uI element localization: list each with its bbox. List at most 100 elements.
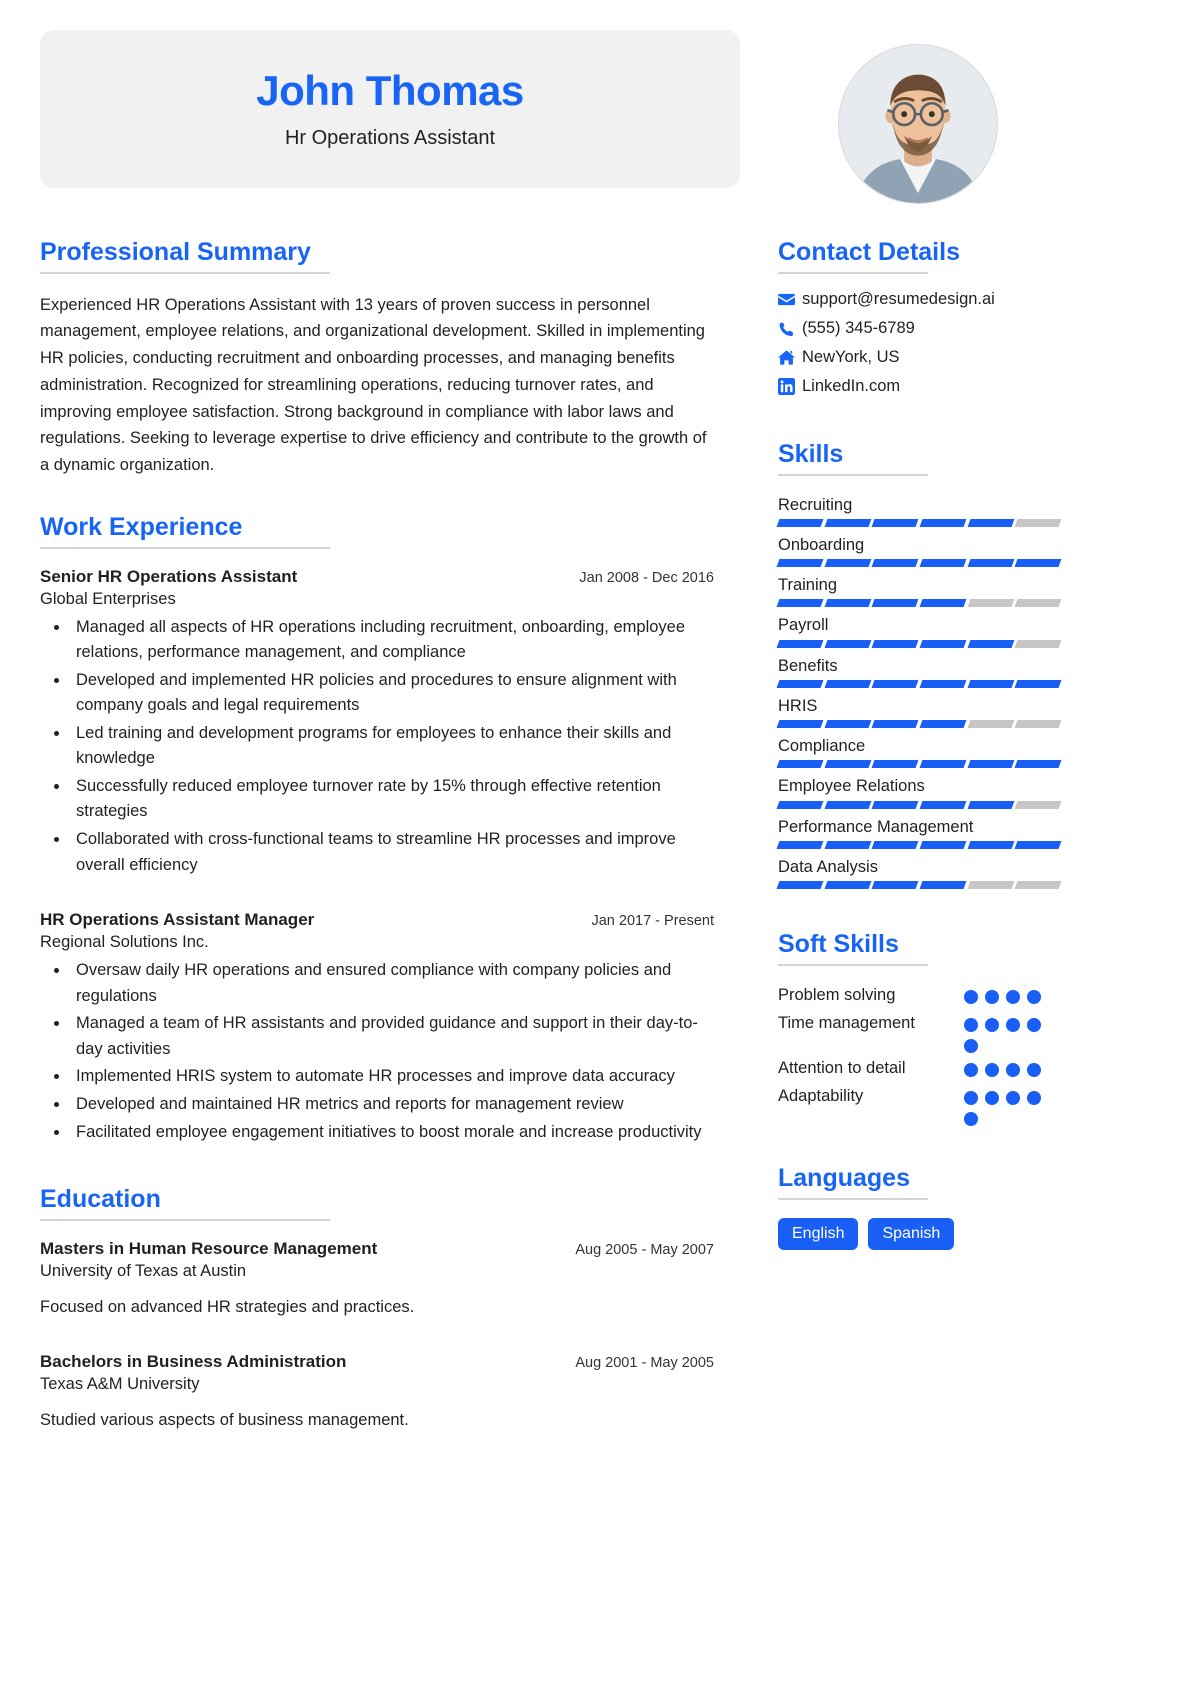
- skill-bar-segment: [824, 760, 871, 769]
- section-divider: [778, 473, 928, 476]
- skill-bar-segment: [919, 518, 967, 527]
- skill-bar-segment: [967, 679, 1014, 688]
- skill-bar-segment: [871, 720, 919, 729]
- education-entry-header: Bachelors in Business Administration Aug…: [40, 1352, 714, 1372]
- contact-item-email[interactable]: support@resumedesign.ai: [778, 290, 1060, 309]
- skill-bar-segment: [1014, 599, 1062, 608]
- skill-bar-segment: [824, 881, 871, 890]
- skill-bar-segment: [776, 679, 824, 688]
- section-title-work: Work Experience: [40, 512, 243, 541]
- skill-bar-segment: [824, 518, 871, 527]
- skill-bar-segment: [871, 679, 919, 688]
- skill-label: Benefits: [778, 656, 838, 675]
- soft-skill-rating: [964, 1057, 1060, 1077]
- skill-level-bar: [776, 559, 1062, 568]
- work-bullets: Managed all aspects of HR operations inc…: [40, 615, 714, 879]
- skill-bar-segment: [919, 760, 967, 769]
- skill-bar-segment: [919, 679, 967, 688]
- skill-level-bar: [776, 840, 1062, 849]
- education-degree: Bachelors in Business Administration: [40, 1351, 347, 1371]
- skill-level-bar: [776, 760, 1062, 769]
- skill-bar-segment: [776, 760, 824, 769]
- skill-item: Payroll: [776, 614, 1062, 648]
- linkedin-icon: [778, 377, 802, 395]
- list-item: Managed a team of HR assistants and prov…: [70, 1011, 714, 1062]
- soft-skill-label: Adaptability: [778, 1086, 864, 1105]
- skill-bar-segment: [824, 639, 871, 648]
- summary-text: Experienced HR Operations Assistant with…: [40, 295, 707, 475]
- section-education: Education Masters in Human Resource Mana…: [40, 1185, 714, 1432]
- soft-skill-item: Time management: [778, 1012, 1060, 1053]
- soft-skill-item: Attention to detail: [778, 1057, 1060, 1081]
- list-item: Collaborated with cross-functional teams…: [70, 827, 714, 878]
- skill-level-bar: [776, 679, 1062, 688]
- skill-level-bar: [776, 800, 1062, 809]
- rating-dot: [1006, 989, 1020, 1004]
- skill-level-bar: [776, 720, 1062, 729]
- skill-bar-segment: [824, 559, 871, 568]
- resume-body: Professional Summary Experienced HR Oper…: [40, 238, 1160, 1438]
- soft-skill-label: Problem solving: [778, 985, 896, 1004]
- soft-skill-rating: [964, 1012, 1060, 1053]
- rating-dot: [985, 1090, 999, 1105]
- rating-dot: [964, 1038, 978, 1053]
- skill-bar-segment: [776, 559, 824, 568]
- skill-bar-segment: [824, 599, 871, 608]
- skill-bar-segment: [967, 518, 1014, 527]
- rating-dot: [1027, 989, 1041, 1004]
- skill-label: Data Analysis: [778, 857, 878, 876]
- rating-dot: [1006, 1017, 1020, 1032]
- skill-bar-segment: [871, 881, 919, 890]
- section-title-education: Education: [40, 1185, 161, 1214]
- education-entry: Masters in Human Resource Management Aug…: [40, 1239, 714, 1320]
- skill-item: Data Analysis: [776, 856, 1062, 890]
- section-title-languages: Languages: [778, 1163, 910, 1192]
- skill-bar-segment: [871, 840, 919, 849]
- name-band: John Thomas Hr Operations Assistant: [40, 30, 740, 188]
- skill-bar-segment: [967, 800, 1014, 809]
- envelope-icon: [778, 291, 802, 308]
- skill-bar-segment: [1014, 840, 1062, 849]
- education-description: Focused on advanced HR strategies and pr…: [40, 1297, 415, 1316]
- skill-bar-segment: [776, 720, 824, 729]
- soft-skill-label: Time management: [778, 1013, 915, 1032]
- education-school: Texas A&M University: [40, 1374, 200, 1393]
- home-icon: [778, 349, 802, 366]
- language-tag-list: English Spanish: [778, 1217, 1060, 1250]
- work-role: HR Operations Assistant Manager: [40, 910, 315, 930]
- skill-bar-segment: [776, 518, 824, 527]
- skill-bar-segment: [1014, 720, 1062, 729]
- contact-item-location[interactable]: NewYork, US: [778, 348, 1060, 367]
- section-divider: [778, 963, 928, 966]
- skill-bar-segment: [824, 840, 871, 849]
- section-languages: Languages English Spanish: [778, 1164, 1060, 1250]
- skill-label: Compliance: [778, 737, 866, 756]
- skill-bar-segment: [967, 599, 1014, 608]
- section-soft-skills: Soft Skills Problem solving Time manageme…: [778, 930, 1060, 1126]
- skill-bar-segment: [919, 840, 967, 849]
- section-title-skills: Skills: [778, 439, 844, 468]
- skill-bar-segment: [776, 639, 824, 648]
- skill-label: Employee Relations: [778, 777, 925, 796]
- section-work-experience: Work Experience Senior HR Operations Ass…: [40, 513, 714, 1145]
- skill-bar-segment: [967, 760, 1014, 769]
- list-item: Managed all aspects of HR operations inc…: [70, 615, 714, 666]
- soft-skill-item: Adaptability: [778, 1085, 1060, 1126]
- rating-dot: [964, 1111, 978, 1126]
- skill-bar-segment: [919, 800, 967, 809]
- avatar: [838, 44, 998, 204]
- contact-item-phone[interactable]: (555) 345-6789: [778, 319, 1060, 338]
- list-item: Facilitated employee engagement initiati…: [70, 1120, 714, 1146]
- education-date: Aug 2005 - May 2007: [575, 1241, 714, 1258]
- soft-skills-list: Problem solving Time management Attention …: [778, 984, 1060, 1126]
- skill-label: Onboarding: [778, 535, 865, 554]
- soft-skill-label: Attention to detail: [778, 1058, 906, 1077]
- contact-item-linkedin[interactable]: LinkedIn.com: [778, 377, 1060, 396]
- work-organization: Global Enterprises: [40, 589, 176, 608]
- work-organization: Regional Solutions Inc.: [40, 933, 209, 952]
- skill-label: HRIS: [778, 696, 818, 715]
- skill-bar-segment: [776, 800, 824, 809]
- soft-skill-item: Problem solving: [778, 984, 1060, 1008]
